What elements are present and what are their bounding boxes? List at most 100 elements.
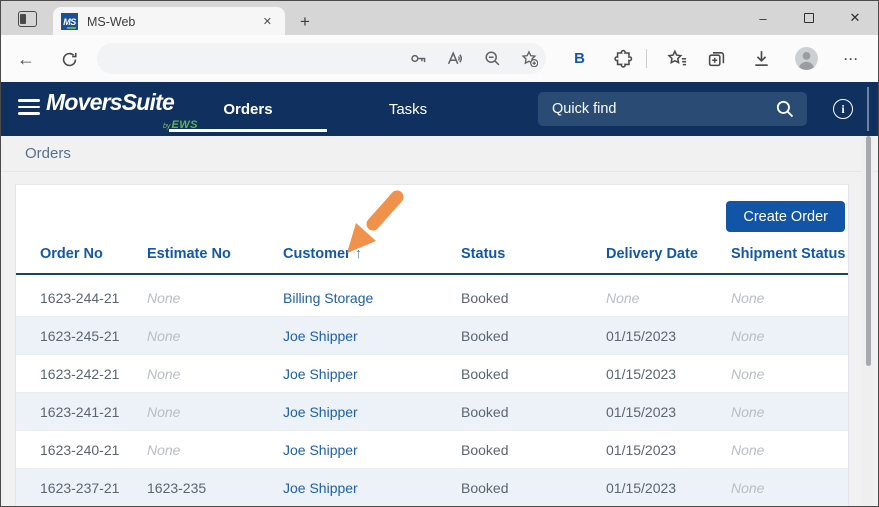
table-row[interactable]: 1623-244-21NoneBilling StorageBookedNone… xyxy=(16,279,848,317)
tab-tasks[interactable]: Tasks xyxy=(328,82,488,136)
column-header-customer[interactable]: Customer ↑ xyxy=(283,246,461,262)
cell-delivery_date: 01/15/2023 xyxy=(606,442,731,458)
back-button[interactable]: ← xyxy=(14,47,38,71)
table-row[interactable]: 1623-245-21NoneJoe ShipperBooked01/15/20… xyxy=(16,317,848,355)
minimize-button[interactable]: – xyxy=(740,1,786,35)
more-options-button[interactable]: ··· xyxy=(839,46,864,71)
tab-actions-button[interactable] xyxy=(13,8,41,30)
cell-estimate_no: None xyxy=(147,404,283,420)
breadcrumb-bar: Orders xyxy=(1,136,878,172)
app-navbar: MoversSuite byEWS Orders Tasks i xyxy=(1,82,878,136)
table-row[interactable]: 1623-241-21NoneJoe ShipperBooked01/15/20… xyxy=(16,393,848,431)
customer-link[interactable]: Joe Shipper xyxy=(283,404,461,420)
cell-status: Booked xyxy=(461,480,606,496)
hamburger-menu-icon[interactable] xyxy=(18,99,40,119)
orders-table-body: 1623-244-21NoneBilling StorageBookedNone… xyxy=(16,279,848,507)
cell-estimate_no: None xyxy=(147,328,283,344)
extensions-button[interactable] xyxy=(611,46,636,71)
customer-link[interactable]: Joe Shipper xyxy=(283,366,461,382)
download-icon xyxy=(752,49,771,68)
customer-link[interactable]: Billing Storage xyxy=(283,290,461,306)
cell-status: Booked xyxy=(461,366,606,382)
cell-delivery_date: None xyxy=(606,290,731,306)
cell-order_no: 1623-245-21 xyxy=(40,328,147,344)
create-order-button[interactable]: Create Order xyxy=(726,201,845,232)
page-content: Orders Create Order Order NoEstimate NoC… xyxy=(1,136,878,507)
tab-title: MS-Web xyxy=(87,15,258,29)
ms-favicon-icon: MS xyxy=(61,13,78,30)
extensions-puzzle-icon xyxy=(614,49,633,68)
column-header-estimate_no[interactable]: Estimate No xyxy=(147,246,283,262)
favorites-star-icon xyxy=(667,49,687,68)
column-header-status[interactable]: Status xyxy=(461,246,606,262)
window-controls: – ✕ xyxy=(740,1,878,35)
b-extension-button[interactable]: B xyxy=(567,46,592,71)
cell-status: Booked xyxy=(461,442,606,458)
add-favorite-icon[interactable] xyxy=(521,50,538,67)
search-icon[interactable] xyxy=(775,99,795,119)
cell-order_no: 1623-241-21 xyxy=(40,404,147,420)
cell-delivery_date: 01/15/2023 xyxy=(606,366,731,382)
cell-order_no: 1623-242-21 xyxy=(40,366,147,382)
table-row[interactable]: 1623-240-21NoneJoe ShipperBooked01/15/20… xyxy=(16,431,848,469)
toolbar-divider xyxy=(646,49,647,68)
browser-tab[interactable]: MS MS-Web ✕ xyxy=(53,7,285,36)
address-bar[interactable] xyxy=(97,43,546,74)
maximize-button[interactable] xyxy=(786,1,832,35)
tab-orders[interactable]: Orders xyxy=(168,82,328,136)
tab-actions-icon xyxy=(18,11,37,27)
new-tab-button[interactable]: + xyxy=(293,10,317,34)
info-icon: i xyxy=(841,102,844,117)
cell-order_no: 1623-237-21 xyxy=(40,480,147,496)
browser-toolbar: ← B xyxy=(1,35,878,82)
table-header-row: Order NoEstimate NoCustomer ↑StatusDeliv… xyxy=(16,246,848,262)
refresh-button[interactable] xyxy=(57,47,81,71)
customer-link[interactable]: Joe Shipper xyxy=(283,442,461,458)
breadcrumb: Orders xyxy=(25,145,71,162)
column-header-order_no[interactable]: Order No xyxy=(40,246,147,262)
cell-shipment_status: None xyxy=(731,480,848,496)
favorites-button[interactable] xyxy=(664,46,689,71)
profile-button[interactable] xyxy=(794,46,819,71)
browser-window: MS MS-Web ✕ + – ✕ ← xyxy=(0,0,879,507)
cell-delivery_date: 01/15/2023 xyxy=(606,404,731,420)
cell-delivery_date: 01/15/2023 xyxy=(606,328,731,344)
cell-estimate_no: 1623-235 xyxy=(147,480,283,496)
quick-find-input[interactable] xyxy=(552,101,775,117)
zoom-out-icon[interactable] xyxy=(484,50,501,67)
password-key-icon[interactable] xyxy=(410,50,427,67)
info-button[interactable]: i xyxy=(833,99,853,119)
maximize-icon xyxy=(804,13,814,23)
cell-estimate_no: None xyxy=(147,442,283,458)
collections-button[interactable] xyxy=(704,46,729,71)
cell-order_no: 1623-244-21 xyxy=(40,290,147,306)
cell-order_no: 1623-240-21 xyxy=(40,442,147,458)
column-header-shipment_status[interactable]: Shipment Status xyxy=(731,246,848,262)
close-button[interactable]: ✕ xyxy=(832,1,878,35)
tab-close-icon[interactable]: ✕ xyxy=(258,12,277,31)
sort-asc-icon: ↑ xyxy=(351,246,362,262)
cell-status: Booked xyxy=(461,404,606,420)
table-header-divider xyxy=(16,273,848,275)
downloads-button[interactable] xyxy=(749,46,774,71)
scrollbar-thumb[interactable] xyxy=(866,136,871,366)
quick-find-box[interactable] xyxy=(538,92,807,126)
column-header-delivery_date[interactable]: Delivery Date xyxy=(606,246,731,262)
cell-estimate_no: None xyxy=(147,290,283,306)
collections-icon xyxy=(707,49,726,68)
cell-shipment_status: None xyxy=(731,404,848,420)
refresh-icon xyxy=(61,51,78,68)
table-row[interactable]: 1623-237-211623-235Joe ShipperBooked01/1… xyxy=(16,469,848,507)
cell-shipment_status: None xyxy=(731,290,848,306)
table-row[interactable]: 1623-242-21 None Joe ShipperBooked01/15/20… xyxy=(16,355,848,393)
orders-card: Create Order Order NoEstimate NoCustomer… xyxy=(15,184,849,507)
cell-shipment_status: None xyxy=(731,366,848,382)
brand-name: MoversSuite xyxy=(46,89,174,115)
customer-link[interactable]: Joe Shipper xyxy=(283,328,461,344)
cell-status: Booked xyxy=(461,328,606,344)
customer-link[interactable]: Joe Shipper xyxy=(283,480,461,496)
cell-shipment_status: None xyxy=(731,442,848,458)
scrollbar-overlay-hint xyxy=(867,87,869,131)
titlebar: MS MS-Web ✕ + – ✕ xyxy=(1,1,878,35)
read-aloud-icon[interactable] xyxy=(447,50,464,67)
